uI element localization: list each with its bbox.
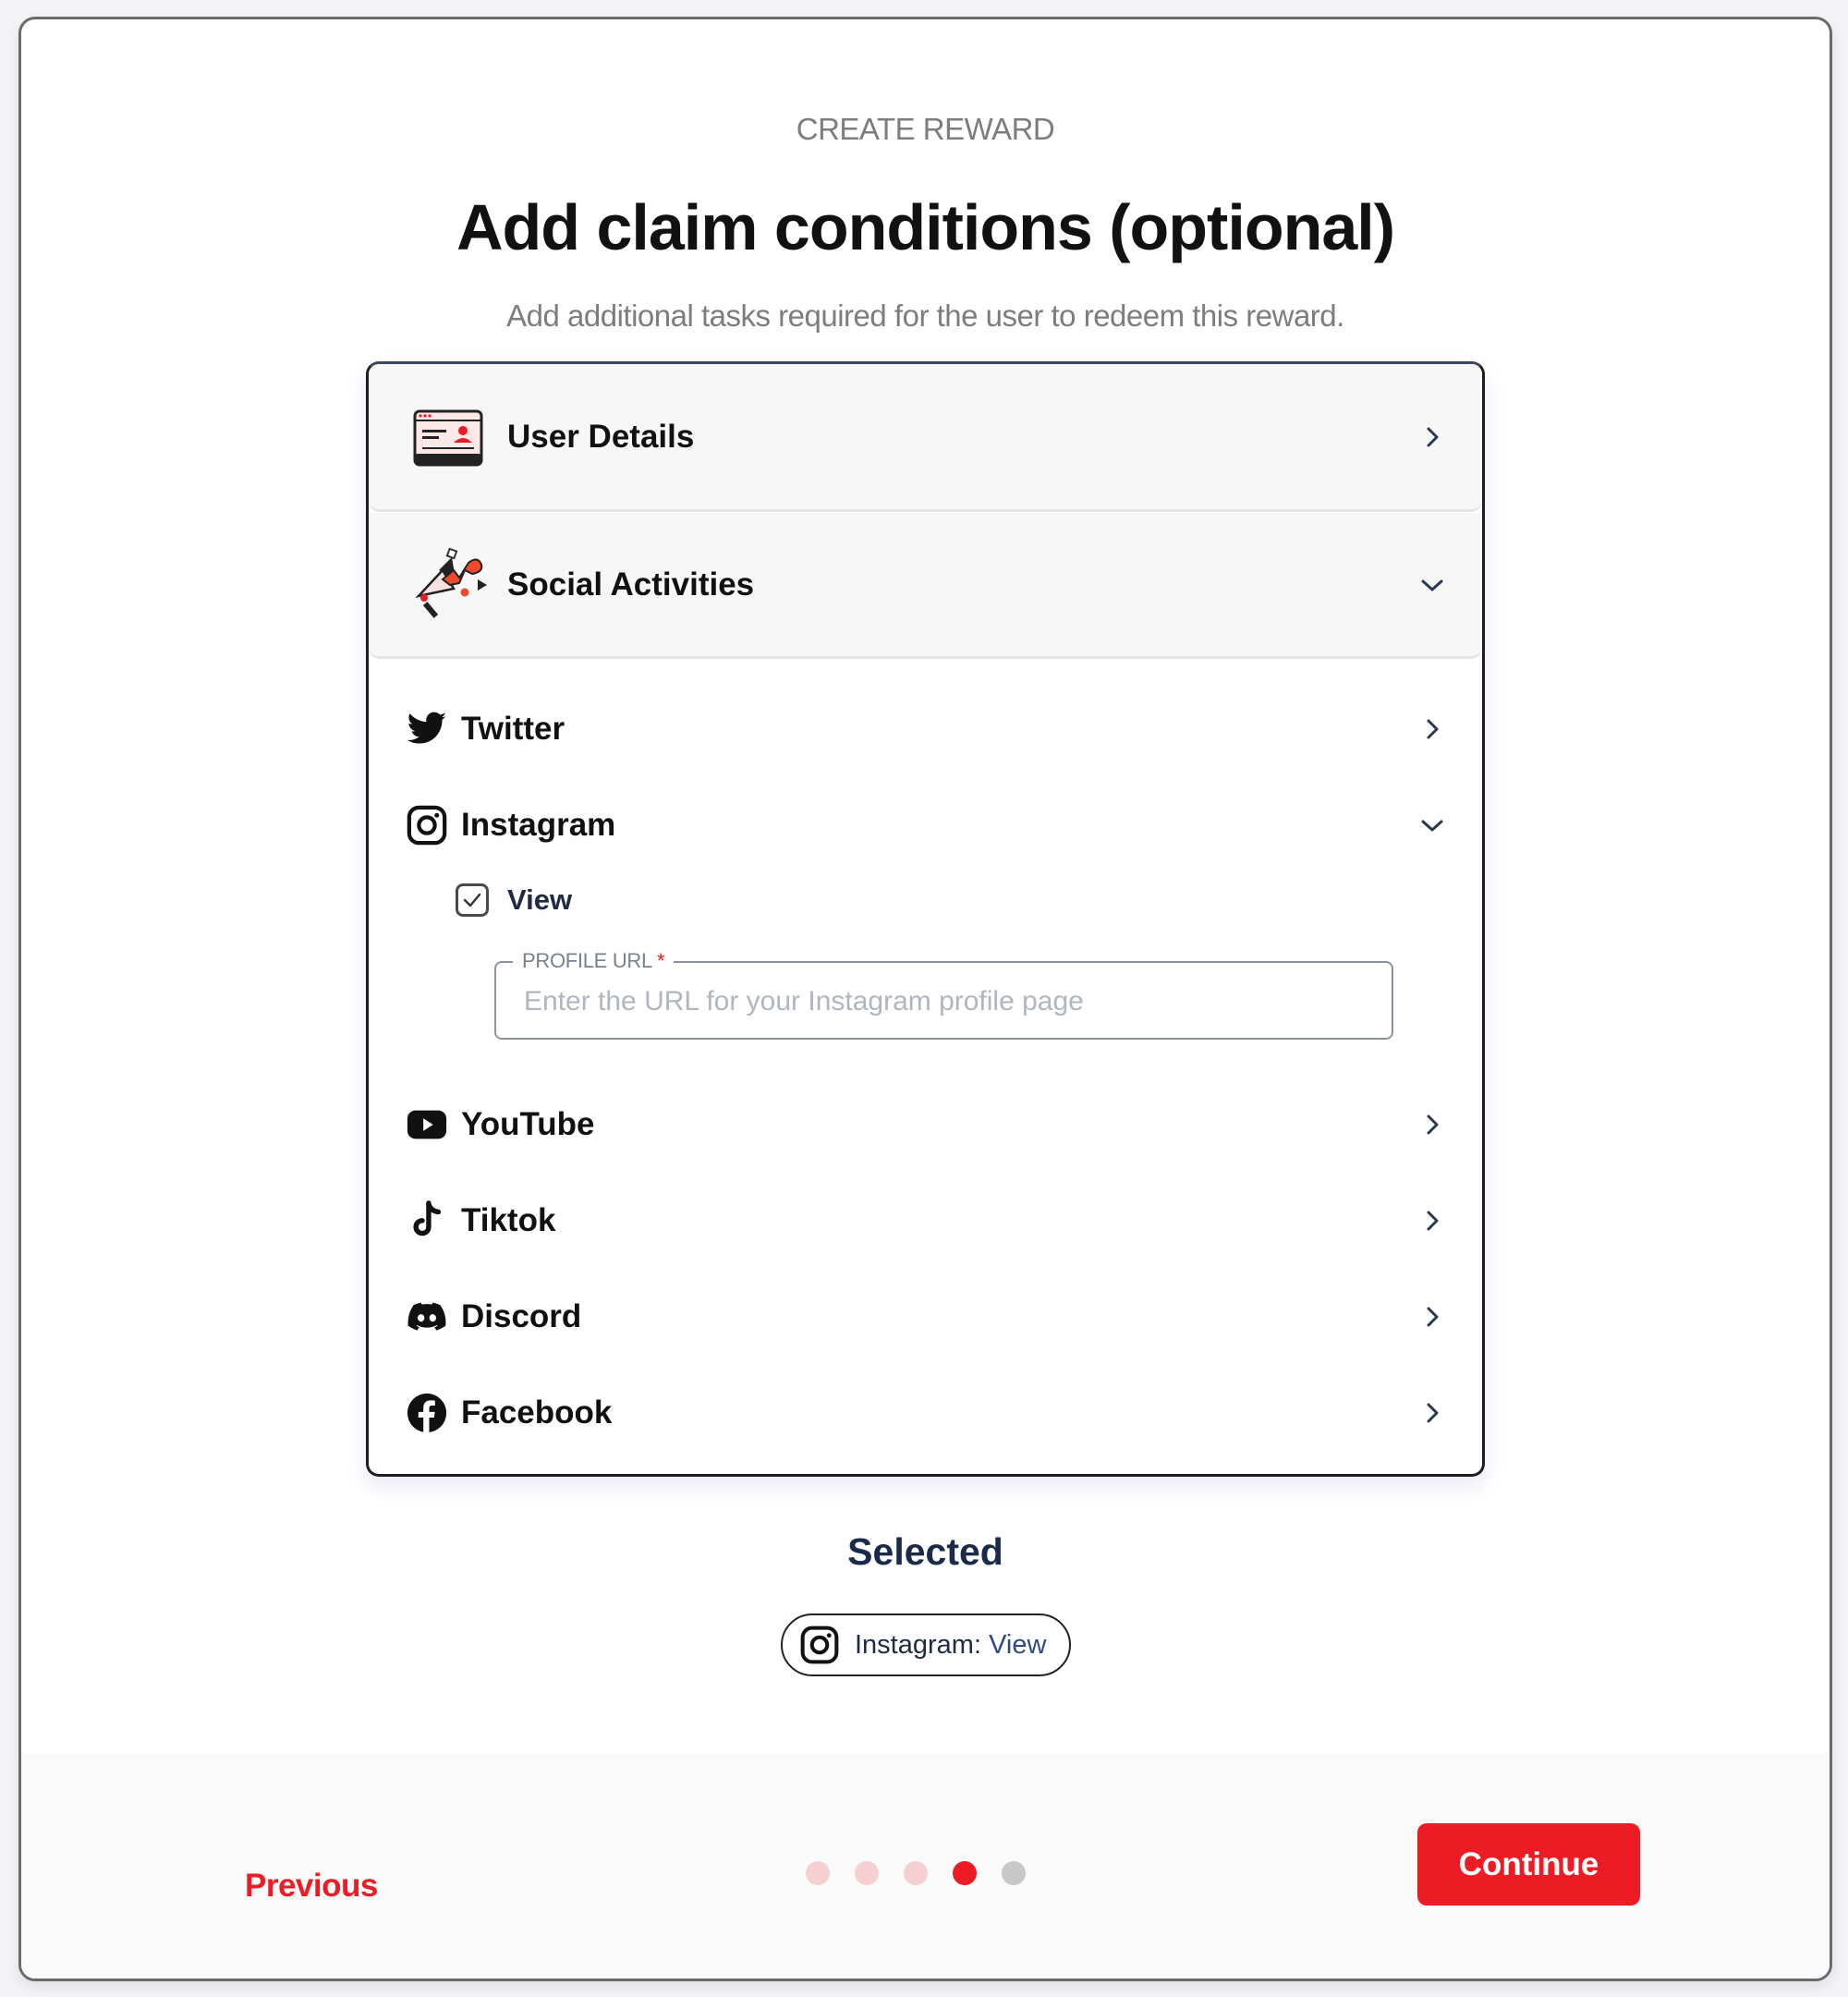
chevron-right-icon — [1419, 1400, 1445, 1426]
social-item-discord[interactable]: Discord — [369, 1280, 1482, 1354]
social-item-label: Tiktok — [461, 1202, 556, 1238]
social-item-label: YouTube — [461, 1106, 595, 1142]
previous-button[interactable]: Previous — [245, 1868, 378, 1905]
twitter-icon — [406, 708, 448, 750]
instagram-icon — [406, 804, 448, 846]
chip-action: View — [989, 1629, 1047, 1660]
section-label: Social Activities — [507, 566, 755, 603]
chevron-right-icon — [1419, 1304, 1445, 1330]
step-indicator — [806, 1861, 1051, 1885]
chevron-right-icon — [1419, 716, 1445, 742]
selected-heading: Selected — [847, 1530, 1003, 1573]
profile-url-field: PROFILE URL * — [494, 949, 1393, 1040]
social-item-label: Twitter — [461, 711, 565, 747]
step-dot-5[interactable] — [1002, 1861, 1026, 1885]
eyebrow-label: CREATE REWARD — [796, 112, 1055, 146]
step-dot-1[interactable] — [806, 1861, 830, 1885]
facebook-icon — [406, 1392, 448, 1434]
chevron-down-icon — [1419, 812, 1445, 838]
chevron-right-icon — [1419, 1112, 1445, 1138]
youtube-icon — [406, 1103, 448, 1146]
required-mark: * — [656, 949, 665, 972]
instagram-icon — [799, 1625, 840, 1665]
social-item-facebook[interactable]: Facebook — [369, 1376, 1482, 1450]
social-item-youtube[interactable]: YouTube — [369, 1088, 1482, 1162]
section-social-activities[interactable]: Social Activities — [369, 513, 1482, 659]
selected-chip-instagram-view[interactable]: Instagram: View — [781, 1613, 1071, 1676]
wizard-footer: Previous Continue — [21, 1753, 1830, 1979]
id-card-icon — [411, 400, 485, 474]
profile-url-input[interactable] — [522, 980, 1357, 1024]
conditions-card: User Details Social Activities Twitter I… — [366, 361, 1485, 1477]
page-subtitle: Add additional tasks required for the us… — [506, 298, 1344, 333]
view-checkbox[interactable] — [456, 883, 489, 917]
social-item-label: Discord — [461, 1298, 582, 1334]
continue-button[interactable]: Continue — [1417, 1823, 1640, 1906]
social-item-instagram[interactable]: Instagram — [369, 788, 1482, 862]
profile-url-label: PROFILE URL * — [513, 949, 675, 973]
step-dot-4[interactable] — [953, 1861, 977, 1885]
step-dot-3[interactable] — [904, 1861, 928, 1885]
chevron-right-icon — [1419, 424, 1445, 450]
view-option-label: View — [507, 883, 573, 916]
megaphone-icon — [406, 542, 491, 627]
checkmark-icon — [463, 893, 481, 907]
social-item-tiktok[interactable]: Tiktok — [369, 1184, 1482, 1258]
section-user-details[interactable]: User Details — [369, 364, 1482, 512]
chevron-right-icon — [1419, 1208, 1445, 1234]
page-title: Add claim conditions (optional) — [456, 191, 1395, 263]
create-reward-dialog: CREATE REWARD Add claim conditions (opti… — [18, 17, 1832, 1981]
step-dot-2[interactable] — [855, 1861, 879, 1885]
social-item-twitter[interactable]: Twitter — [369, 692, 1482, 766]
discord-icon — [406, 1296, 448, 1338]
chip-label: Instagram: View — [855, 1629, 1047, 1660]
social-item-label: Facebook — [461, 1394, 613, 1431]
social-item-label: Instagram — [461, 807, 616, 843]
instagram-view-option[interactable]: View — [456, 872, 572, 928]
section-label: User Details — [507, 418, 695, 455]
tiktok-icon — [406, 1199, 448, 1242]
chevron-down-icon — [1419, 572, 1445, 598]
